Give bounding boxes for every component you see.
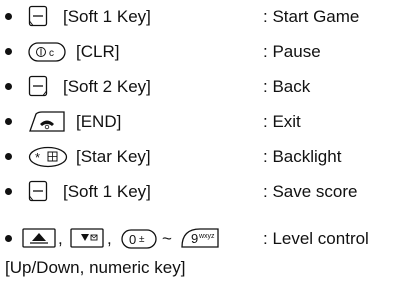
bullet-icon	[5, 13, 12, 20]
list-item: [END] : Exit	[0, 107, 403, 137]
action-label: : Level control	[263, 229, 369, 248]
key-function-list: [Soft 1 Key] : Start Game c [CLR] : Paus…	[0, 0, 403, 281]
soft-1-key-icon	[28, 5, 48, 27]
list-item: [Soft 1 Key] : Save score	[0, 177, 403, 207]
clr-key-icon: c	[28, 42, 66, 62]
list-item: c [CLR] : Pause	[0, 37, 403, 67]
down-key-icon	[70, 228, 104, 248]
nine-key-icon: 9 wxyz	[180, 227, 220, 249]
bullet-icon	[5, 83, 12, 90]
svg-text:0: 0	[129, 232, 136, 247]
key-label: [Up/Down, numeric key]	[5, 258, 186, 277]
bullet-icon	[5, 48, 12, 55]
action-label: : Save score	[263, 182, 358, 201]
action-label: : Pause	[263, 42, 321, 61]
list-item: , , 0 ± ~ 9 wxyz : Level control	[0, 224, 403, 254]
bullet-icon	[5, 118, 12, 125]
bullet-icon	[5, 235, 12, 242]
zero-key-icon: 0 ±	[121, 229, 157, 249]
svg-text:9: 9	[191, 231, 198, 246]
key-label: [Soft 1 Key]	[63, 7, 151, 26]
svg-text:±: ±	[139, 234, 145, 245]
up-key-icon	[22, 228, 56, 248]
key-label: [Star Key]	[76, 147, 151, 166]
soft-2-key-icon	[28, 75, 48, 97]
list-item: [Soft 1 Key] : Start Game	[0, 2, 403, 32]
separator: ,	[107, 229, 112, 248]
svg-text:*: *	[35, 150, 40, 165]
action-label: : Backlight	[263, 147, 342, 166]
key-label: [Soft 2 Key]	[63, 77, 151, 96]
key-label: [END]	[76, 112, 122, 131]
soft-1-key-icon	[28, 180, 48, 202]
separator: ,	[58, 229, 63, 248]
bullet-icon	[5, 188, 12, 195]
separator: ~	[162, 229, 172, 248]
bullet-icon	[5, 153, 12, 160]
star-key-icon: *	[28, 146, 68, 168]
key-label: [Soft 1 Key]	[63, 182, 151, 201]
list-item: * [Star Key] : Backlight	[0, 142, 403, 172]
list-item: [Soft 2 Key] : Back	[0, 72, 403, 102]
end-key-icon	[28, 111, 66, 133]
svg-text:wxyz: wxyz	[198, 233, 215, 240]
action-label: : Back	[263, 77, 311, 96]
action-label: : Exit	[263, 112, 301, 131]
key-label: [CLR]	[76, 42, 120, 61]
svg-text:c: c	[49, 48, 54, 59]
action-label: : Start Game	[263, 7, 360, 26]
